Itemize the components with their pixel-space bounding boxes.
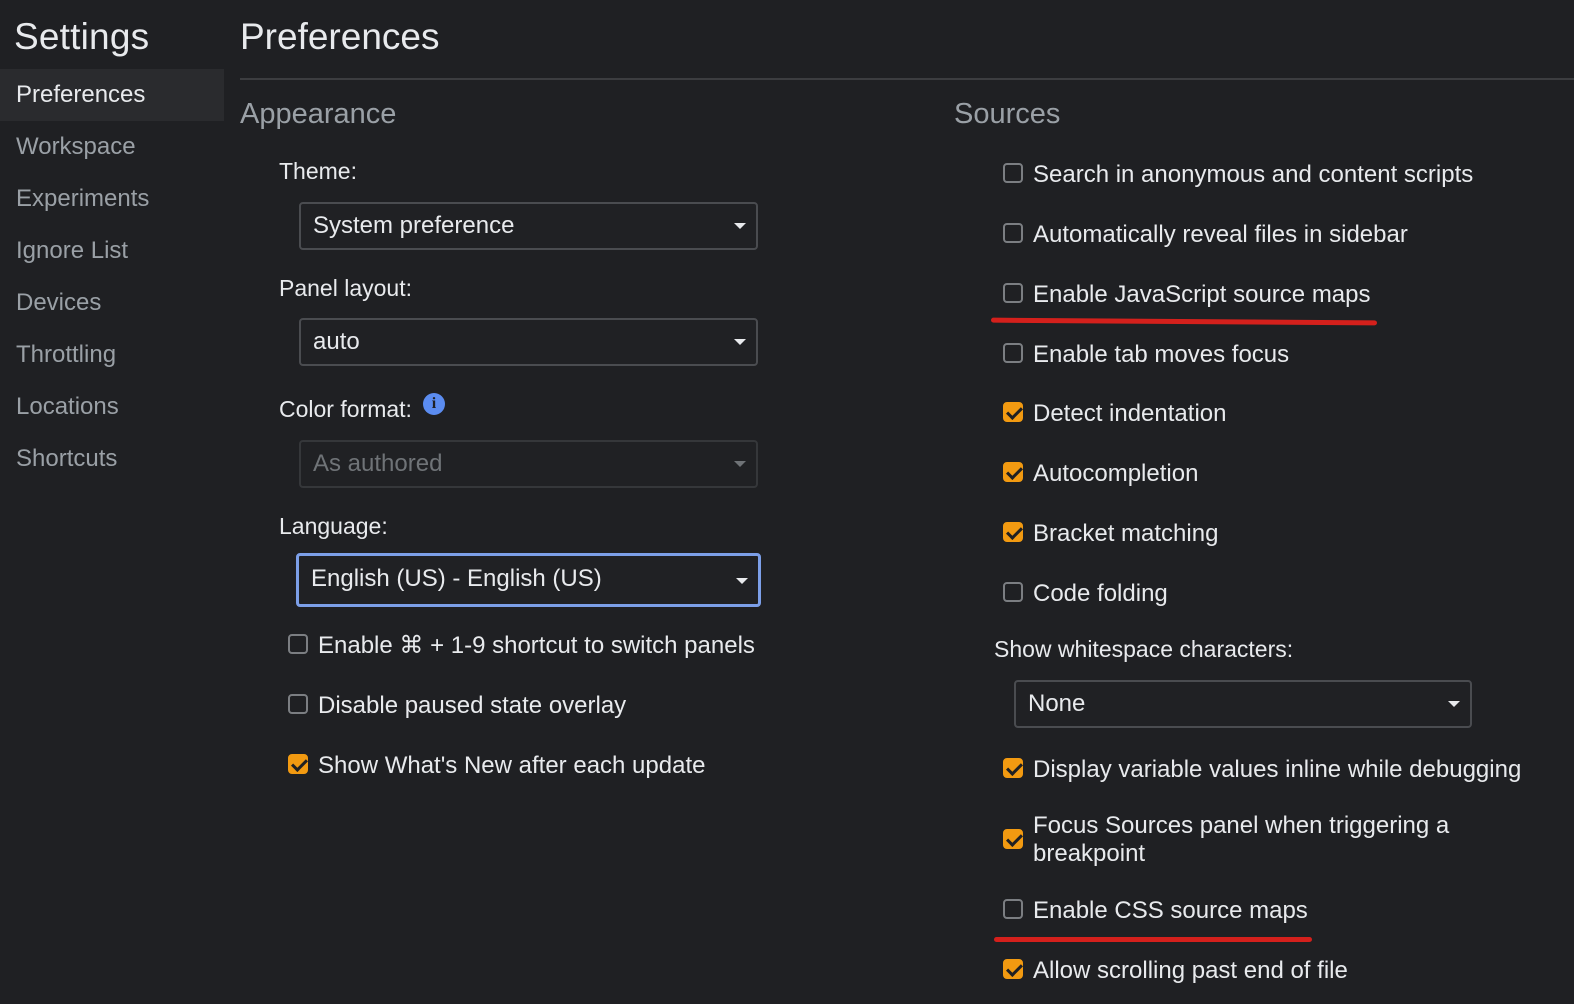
checkbox-label: Enable ⌘ + 1-9 shortcut to switch panels: [318, 632, 755, 659]
sidebar-item-locations[interactable]: Locations: [0, 381, 224, 433]
red-underline-annotation: [994, 937, 1312, 942]
sidebar-item-devices[interactable]: Devices: [0, 277, 224, 329]
checkbox-label: Detect indentation: [1033, 400, 1227, 427]
sidebar-item-shortcuts[interactable]: Shortcuts: [0, 433, 224, 485]
language-label: Language:: [279, 513, 388, 539]
sidebar-title: Settings: [14, 16, 150, 57]
checkbox-label: Bracket matching: [1033, 520, 1219, 547]
checkbox-label: Search in anonymous and content scripts: [1033, 161, 1474, 188]
checkbox-label: Code folding: [1033, 580, 1168, 607]
whitespace-select[interactable]: None: [1014, 680, 1472, 728]
checkbox[interactable]: [1003, 343, 1023, 363]
language-select-value: English (US) - English (US): [311, 565, 602, 592]
sidebar-item-workspace[interactable]: Workspace: [0, 121, 224, 173]
checkbox[interactable]: [1003, 223, 1023, 243]
sidebar-item-experiments[interactable]: Experiments: [0, 173, 224, 225]
checkbox-checked[interactable]: [1003, 758, 1023, 778]
settings-window: Settings Preferences Workspace Experimen…: [0, 0, 1574, 1004]
page-title: Preferences: [240, 16, 440, 57]
checkbox-label: Disable paused state overlay: [318, 692, 627, 719]
sidebar-item-preferences[interactable]: Preferences: [0, 69, 224, 121]
sidebar-item-ignore-list[interactable]: Ignore List: [0, 225, 224, 277]
chevron-down-icon: [736, 578, 748, 584]
checkbox[interactable]: [288, 694, 308, 714]
color-format-select-value: As authored: [313, 450, 443, 477]
chevron-down-icon: [734, 461, 746, 467]
checkbox-checked[interactable]: [1003, 829, 1023, 849]
checkbox[interactable]: [1003, 163, 1023, 183]
sidebar-item-throttling[interactable]: Throttling: [0, 329, 224, 381]
theme-select[interactable]: System preference: [299, 202, 758, 250]
sources-section-title: Sources: [954, 98, 1061, 130]
red-underline-annotation: [990, 317, 1378, 326]
sidebar: Settings Preferences Workspace Experimen…: [0, 0, 224, 1004]
checkbox[interactable]: [1003, 899, 1023, 919]
checkbox-label: Focus Sources panel when triggering a br…: [1033, 812, 1450, 867]
theme-select-value: System preference: [313, 212, 515, 239]
checkbox-label: Enable JavaScript source maps: [1033, 281, 1371, 308]
checkbox[interactable]: [1003, 582, 1023, 602]
checkbox-checked[interactable]: [1003, 462, 1023, 482]
checkbox-checked[interactable]: [1003, 402, 1023, 422]
checkbox[interactable]: [1003, 283, 1023, 303]
checkbox-label: Enable CSS source maps: [1033, 897, 1308, 924]
info-icon[interactable]: i: [423, 393, 445, 415]
panel-layout-select-value: auto: [313, 328, 360, 355]
header-divider: [240, 78, 1574, 80]
color-format-select: As authored: [299, 440, 758, 488]
checkbox-label: Allow scrolling past end of file: [1033, 957, 1348, 984]
color-format-label: Color format:: [279, 396, 412, 422]
checkbox-label: Autocompletion: [1033, 460, 1199, 487]
checkbox-label: Show What's New after each update: [318, 752, 706, 779]
checkbox-checked[interactable]: [1003, 959, 1023, 979]
sidebar-nav: Preferences Workspace Experiments Ignore…: [0, 69, 224, 485]
checkbox-checked[interactable]: [288, 754, 308, 774]
whitespace-label: Show whitespace characters:: [994, 636, 1294, 662]
whitespace-select-value: None: [1028, 690, 1086, 717]
chevron-down-icon: [734, 223, 746, 229]
panel-layout-label: Panel layout:: [279, 275, 412, 301]
checkbox-label: Display variable values inline while deb…: [1033, 756, 1522, 783]
theme-label: Theme:: [279, 158, 357, 184]
language-select[interactable]: English (US) - English (US): [296, 553, 761, 607]
checkbox-label: Enable tab moves focus: [1033, 341, 1290, 368]
chevron-down-icon: [1448, 701, 1460, 707]
panel-layout-select[interactable]: auto: [299, 318, 758, 366]
checkbox-label: Automatically reveal files in sidebar: [1033, 221, 1408, 248]
checkbox-checked[interactable]: [1003, 522, 1023, 542]
checkbox[interactable]: [288, 634, 308, 654]
chevron-down-icon: [734, 339, 746, 345]
appearance-section-title: Appearance: [240, 98, 397, 130]
